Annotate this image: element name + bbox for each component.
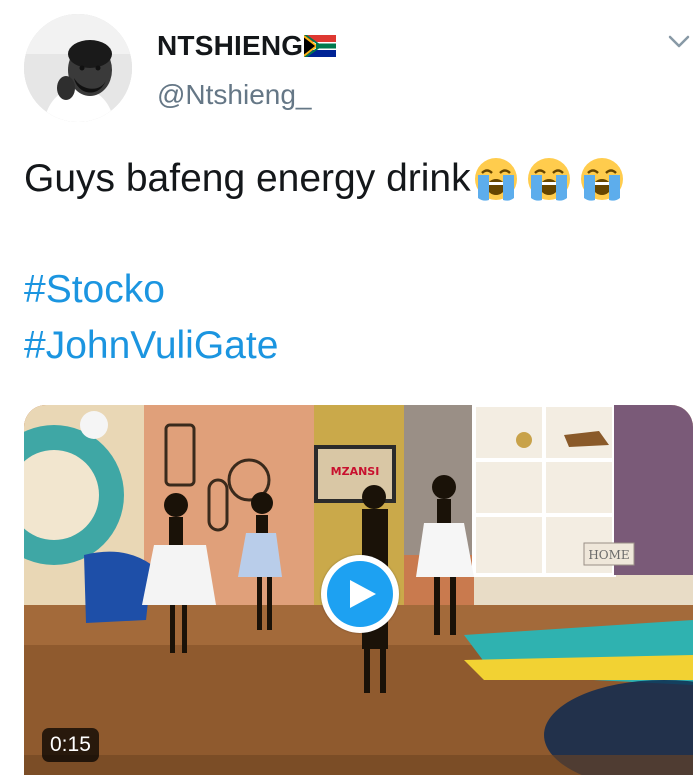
tweet: NTSHIENG @Ntshieng_ Guys bafeng energy d… — [0, 0, 693, 775]
tweet-text: Guys bafeng energy drink — [24, 156, 625, 202]
loudly-crying-face-icon — [527, 158, 570, 201]
loudly-crying-face-icon — [580, 158, 623, 201]
shelf-sign: HOME — [588, 548, 629, 562]
display-name[interactable]: NTSHIENG — [157, 30, 337, 62]
loudly-crying-face-icon — [474, 158, 517, 201]
tweet-text-content: Guys bafeng energy drink — [24, 157, 471, 200]
avatar-image — [24, 14, 132, 122]
display-name-text: NTSHIENG — [157, 30, 304, 61]
video-duration-badge: 0:15 — [42, 728, 99, 762]
hashtag-link[interactable]: #Stocko — [24, 267, 165, 313]
video-player[interactable]: MZANSI HOME 0:15 — [24, 405, 693, 775]
username-handle[interactable]: @Ntshieng_ — [157, 79, 312, 111]
play-button-circle — [327, 561, 393, 627]
scene-sign: MZANSI — [331, 465, 380, 478]
play-button[interactable] — [321, 555, 399, 633]
south-africa-flag-icon — [304, 35, 337, 57]
chevron-down-icon[interactable] — [668, 34, 690, 50]
hashtag-link[interactable]: #JohnVuliGate — [24, 323, 278, 369]
avatar[interactable] — [24, 14, 132, 122]
play-icon — [349, 580, 376, 608]
